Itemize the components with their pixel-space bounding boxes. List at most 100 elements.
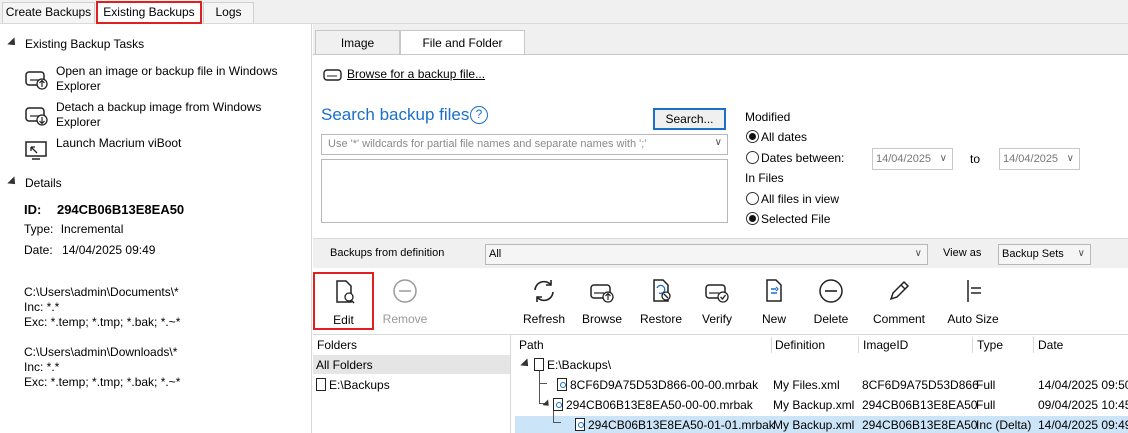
tab-file-and-folder[interactable]: File and Folder	[400, 30, 525, 55]
row-definition: My Backup.xml	[773, 418, 855, 432]
lists-area: Folders All Folders E:\Backups Path Defi…	[313, 334, 1128, 433]
column-separator[interactable]	[858, 337, 859, 353]
task-detach-image-label: Detach a backup image from Windows Explo…	[56, 100, 262, 129]
folder-item[interactable]: E:\Backups	[316, 378, 390, 392]
hard-drive-detach-icon	[25, 107, 48, 126]
view-as-select[interactable]: Backup Sets ∨	[998, 244, 1091, 265]
remove-button[interactable]: Remove	[379, 273, 431, 331]
column-header-imageid[interactable]: ImageID	[863, 335, 908, 355]
definition-label: Backups from definition	[330, 247, 445, 259]
column-header-path[interactable]: Path	[519, 335, 544, 355]
tab-logs[interactable]: Logs	[203, 2, 254, 23]
row-type: Full	[976, 398, 996, 412]
remove-icon	[393, 279, 417, 303]
detail-date-value: 14/04/2025 09:49	[62, 243, 156, 257]
backup-file-icon	[553, 398, 563, 411]
table-row-selected[interactable]: 294CB06B13E8EA50-01-01.mrbak	[575, 418, 775, 432]
folder-item-label: E:\Backups	[329, 378, 390, 392]
delete-label: Delete	[813, 312, 849, 326]
hard-drive-icon	[323, 69, 342, 81]
row-imageid: 294CB06B13E8EA50	[862, 398, 978, 412]
browse-button[interactable]: Browse	[579, 273, 625, 331]
auto-size-button[interactable]: Auto Size	[945, 273, 1001, 331]
task-launch-viboot-label: Launch Macrium viBoot	[56, 136, 182, 150]
in-files-title: In Files	[745, 171, 784, 185]
new-button[interactable]: New	[758, 273, 790, 331]
detail-id: ID: 294CB06B13E8EA50	[24, 202, 184, 217]
table-row[interactable]: 294CB06B13E8EA50-00-00.mrbak	[553, 398, 753, 412]
verify-icon	[705, 284, 729, 303]
collapse-arrow-icon[interactable]	[7, 37, 19, 49]
refresh-button[interactable]: Refresh	[520, 273, 568, 331]
auto-size-label: Auto Size	[947, 312, 999, 326]
tab-existing-backups[interactable]: Existing Backups	[96, 1, 202, 24]
restore-label: Restore	[639, 312, 683, 326]
chevron-down-icon[interactable]: ∨	[1078, 248, 1085, 259]
all-folders-label: All Folders	[316, 358, 373, 372]
radio-all-dates[interactable]	[746, 130, 759, 143]
detail-type-label: Type:	[24, 222, 54, 236]
top-tab-bar: Create Backups Existing Backups Logs	[0, 0, 1128, 24]
column-header-type[interactable]: Type	[977, 335, 1003, 355]
column-separator[interactable]	[1033, 337, 1034, 353]
delete-button[interactable]: Delete	[810, 273, 852, 331]
date-to-field[interactable]: 14/04/2025 ∨	[999, 148, 1080, 170]
radio-dates-between[interactable]	[746, 151, 759, 164]
row-type: Inc (Delta)	[976, 418, 1032, 432]
tab-image[interactable]: Image	[315, 30, 400, 54]
verify-button[interactable]: Verify	[699, 273, 735, 331]
row-date: 09/04/2025 10:45	[1038, 398, 1128, 412]
column-separator[interactable]	[771, 337, 772, 353]
selected-file-label: Selected File	[761, 212, 831, 226]
root-path: E:\Backups\	[547, 358, 612, 372]
new-label: New	[761, 312, 786, 326]
search-results-box[interactable]	[321, 159, 728, 223]
search-area: Browse for a backup file... Search backu…	[313, 54, 1128, 260]
chevron-down-icon[interactable]: ∨	[715, 137, 722, 148]
view-as-label: View as	[943, 247, 982, 259]
table-row[interactable]: 8CF6D9A75D53D866-00-00.mrbak	[557, 378, 758, 392]
detail-type-value: Incremental	[60, 222, 124, 236]
date-from-value: 14/04/2025	[876, 153, 932, 165]
chevron-down-icon[interactable]: ∨	[1067, 153, 1074, 164]
detail-exc: Exc: *.temp; *.tmp; *.bak; *.~*	[24, 375, 181, 389]
collapse-arrow-icon[interactable]	[520, 358, 532, 370]
radio-selected-file[interactable]	[746, 212, 759, 225]
chevron-down-icon[interactable]: ∨	[940, 153, 947, 164]
task-open-image-label: Open an image or backup file in Windows …	[56, 64, 278, 93]
comment-button[interactable]: Comment	[869, 273, 929, 331]
search-input[interactable]: Use '*' wildcards for partial file names…	[321, 134, 728, 155]
modified-title: Modified	[745, 110, 791, 124]
dates-between-label: Dates between:	[761, 151, 845, 165]
edit-button[interactable]: Edit	[313, 272, 374, 330]
folders-header[interactable]: Folders	[317, 335, 357, 355]
column-separator[interactable]	[972, 337, 973, 353]
remove-label: Remove	[382, 312, 428, 326]
row-path: 8CF6D9A75D53D866-00-00.mrbak	[570, 378, 759, 392]
pencil-icon	[889, 280, 910, 301]
row-path: 294CB06B13E8EA50-01-01.mrbak	[588, 418, 775, 432]
edit-document-icon	[335, 280, 355, 304]
row-path: 294CB06B13E8EA50-00-00.mrbak	[566, 398, 753, 412]
folders-pane: Folders All Folders E:\Backups	[313, 335, 511, 433]
table-row-root[interactable]: E:\Backups\	[534, 358, 611, 372]
search-button[interactable]: Search...	[653, 108, 726, 130]
search-title: Search backup files	[321, 105, 470, 124]
date-from-field[interactable]: 14/04/2025 ∨	[872, 148, 953, 170]
radio-all-files[interactable]	[746, 192, 759, 205]
browse-backup-link[interactable]: Browse for a backup file...	[347, 67, 485, 81]
tree-line	[539, 384, 545, 404]
column-header-date[interactable]: Date	[1038, 335, 1063, 355]
row-type: Full	[976, 378, 996, 392]
column-header-definition[interactable]: Definition	[775, 335, 825, 355]
help-icon[interactable]: ?	[470, 106, 488, 124]
collapse-arrow-icon[interactable]	[7, 176, 19, 188]
restore-button[interactable]: Restore	[636, 273, 686, 331]
chevron-down-icon[interactable]: ∨	[915, 248, 922, 259]
definition-row: Backups from definition All ∨ View as Ba…	[313, 238, 1128, 268]
detail-inc: Inc: *.*	[24, 360, 60, 374]
row-imageid: 294CB06B13E8EA50	[862, 418, 978, 432]
detail-date-label: Date:	[24, 243, 53, 257]
tab-create-backups[interactable]: Create Backups	[2, 2, 95, 23]
definition-select[interactable]: All ∨	[485, 244, 928, 265]
